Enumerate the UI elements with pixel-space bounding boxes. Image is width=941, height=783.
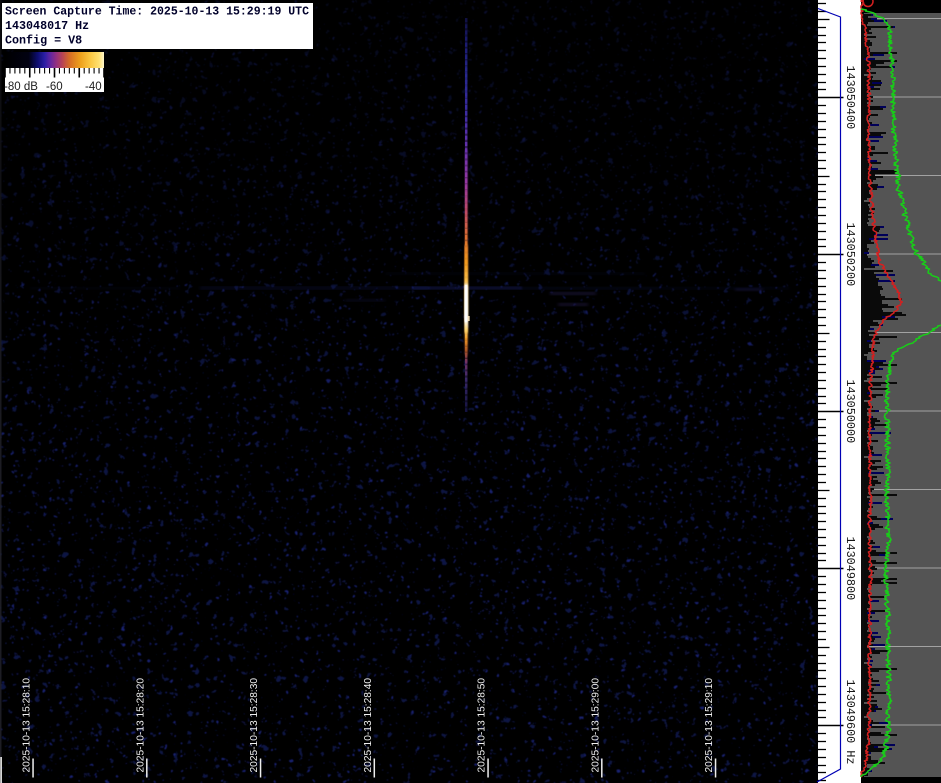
svg-text:2025-10-13 15:28:20: 2025-10-13 15:28:20 <box>135 678 146 773</box>
svg-text:-80 dB: -80 dB <box>4 81 38 93</box>
svg-text:-40: -40 <box>85 81 102 93</box>
svg-text:2025-10-13 15:28:30: 2025-10-13 15:28:30 <box>249 678 260 773</box>
svg-text:143050000: 143050000 <box>843 379 857 443</box>
svg-text:143049800: 143049800 <box>843 536 857 600</box>
svg-text:143050200: 143050200 <box>843 222 857 286</box>
svg-text:2025-10-13 15:29:10: 2025-10-13 15:29:10 <box>704 678 715 773</box>
svg-text:-60: -60 <box>46 81 63 93</box>
svg-text:Config = V8: Config = V8 <box>5 34 82 48</box>
svg-text:Screen Capture Time: 2025-10-1: Screen Capture Time: 2025-10-13 15:29:19… <box>5 5 309 19</box>
svg-text:143049600 Hz: 143049600 Hz <box>843 680 857 765</box>
svg-text:143050400: 143050400 <box>843 65 857 129</box>
svg-text:143048017 Hz: 143048017 Hz <box>5 19 89 33</box>
svg-text:2025-10-13 15:28:10: 2025-10-13 15:28:10 <box>22 678 33 773</box>
svg-text:2025-10-13 15:28:40: 2025-10-13 15:28:40 <box>363 678 374 773</box>
svg-text:2025-10-13 15:28:50: 2025-10-13 15:28:50 <box>477 678 488 773</box>
svg-text:2025-10-13 15:29:00: 2025-10-13 15:29:00 <box>590 678 601 773</box>
